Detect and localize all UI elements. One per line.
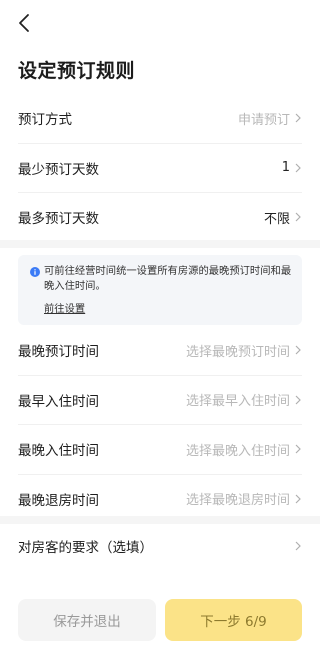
row-label: 最少预订天数 <box>18 161 99 178</box>
chevron-right-icon <box>295 444 301 454</box>
row-label: 预订方式 <box>18 112 72 129</box>
row-value: 1 <box>281 160 290 176</box>
booking-settings: 预订方式 申请预订 最少预订天数 1 最多预订天数 不限 <box>0 94 320 242</box>
bottom-action-bar: 保存并退出 下一步 6/9 <box>0 592 320 650</box>
page-title: 设定预订规则 <box>18 60 136 82</box>
row-label: 最晚预订时间 <box>18 344 99 361</box>
info-icon <box>30 267 40 277</box>
save-exit-button[interactable]: 保存并退出 <box>18 599 156 641</box>
row-value: 选择最晚退房时间 <box>185 493 290 509</box>
row-value: 选择最早入住时间 <box>185 394 290 410</box>
row-label: 最早入住时间 <box>18 393 99 410</box>
row-guest-requirements[interactable]: 对房客的要求（选填） <box>18 522 302 571</box>
row-value: 选择最晚入住时间 <box>185 443 290 459</box>
chevron-right-icon <box>295 163 301 173</box>
row-max-days[interactable]: 最多预订天数 不限 <box>18 193 302 242</box>
back-arrow-icon[interactable] <box>14 12 36 34</box>
chevron-right-icon <box>295 113 301 123</box>
time-settings: 最晚预订时间 选择最晚预订时间 最早入住时间 选择最早入住时间 最晚入住时间 选… <box>0 326 320 523</box>
row-latest-checkin[interactable]: 最晚入住时间 选择最晚入住时间 <box>18 425 302 475</box>
row-value: 申请预订 <box>237 112 290 128</box>
row-label: 最多预订天数 <box>18 211 99 228</box>
row-value: 选择最晚预订时间 <box>185 344 290 360</box>
row-label: 最晚入住时间 <box>18 443 99 460</box>
section-divider <box>0 240 320 248</box>
chevron-right-icon <box>295 212 301 222</box>
next-step-button[interactable]: 下一步 6/9 <box>165 599 302 641</box>
row-label: 对房客的要求（选填） <box>18 540 153 557</box>
chevron-right-icon <box>295 395 301 405</box>
row-earliest-checkin[interactable]: 最早入住时间 选择最早入住时间 <box>18 376 302 425</box>
guest-requirements: 对房客的要求（选填） <box>0 522 320 571</box>
chevron-right-icon <box>295 541 301 551</box>
row-min-days[interactable]: 最少预订天数 1 <box>18 144 302 193</box>
go-settings-link[interactable]: 前往设置 <box>44 300 85 315</box>
row-latest-booking-time[interactable]: 最晚预订时间 选择最晚预订时间 <box>18 326 302 376</box>
chevron-right-icon <box>295 345 301 355</box>
notice-text: 可前往经营时间统一设置所有房源的最晚预订时间和最晚入住时间。 <box>44 265 292 292</box>
row-value: 不限 <box>263 211 290 227</box>
row-booking-method[interactable]: 预订方式 申请预订 <box>18 94 302 144</box>
row-label: 最晚退房时间 <box>18 492 99 509</box>
chevron-right-icon <box>295 494 301 504</box>
notice-box: 可前往经营时间统一设置所有房源的最晚预订时间和最晚入住时间。 前往设置 <box>18 255 302 325</box>
top-bar <box>0 0 320 46</box>
